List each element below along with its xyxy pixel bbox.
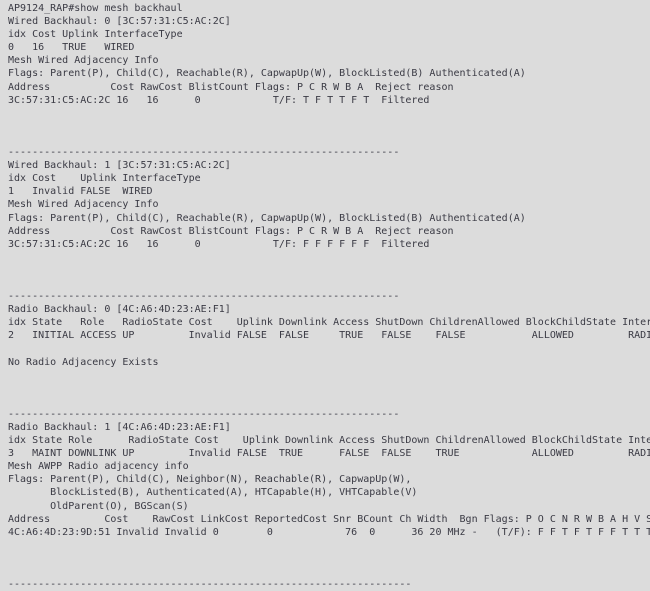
terminal-line: Radio Backhaul: 0 [4C:A6:4D:23:AE:F1]	[8, 304, 231, 316]
terminal-line: Flags: Parent(P), Child(C), Neighbor(N),…	[8, 474, 412, 486]
terminal-line: idx State Role RadioState Cost Uplink Do…	[8, 317, 650, 329]
terminal-line: ----------------------------------------…	[8, 147, 400, 159]
terminal-line: Wired Backhaul: 1 [3C:57:31:C5:AC:2C]	[8, 160, 231, 172]
terminal-line: ----------------------------------------…	[8, 291, 400, 303]
terminal-output[interactable]: AP9124_RAP#show mesh backhaul Wired Backh…	[0, 0, 650, 590]
terminal-line: idx Cost Uplink InterfaceType	[8, 29, 183, 41]
terminal-line: idx State Role RadioState Cost Uplink Do…	[8, 435, 650, 447]
terminal-line: Mesh Wired Adjacency Info	[8, 55, 159, 67]
terminal-line: BlockListed(B), Authenticated(A), HTCapa…	[8, 487, 418, 499]
terminal-line: 3C:57:31:C5:AC:2C 16 16 0 T/F: T F T T F…	[8, 94, 430, 106]
terminal-line: Radio Backhaul: 1 [4C:A6:4D:23:AE:F1]	[8, 422, 231, 433]
terminal-line: AP9124_RAP#show mesh backhaul	[8, 3, 183, 14]
terminal-line: No Radio Adjacency Exists	[8, 356, 159, 368]
terminal-line: Flags: Parent(P), Child(C), Reachable(R)…	[8, 68, 526, 80]
terminal-line: 3C:57:31:C5:AC:2C 16 16 0 T/F: F F F F F…	[8, 238, 430, 250]
terminal-line: Mesh AWPP Radio adjacency info	[8, 461, 189, 473]
terminal-line: Address Cost RawCost LinkCost ReportedCo…	[8, 513, 650, 525]
terminal-line: Flags: Parent(P), Child(C), Reachable(R)…	[8, 212, 526, 224]
terminal-line: ----------------------------------------…	[8, 579, 412, 591]
terminal-line: idx Cost Uplink InterfaceType	[8, 173, 201, 185]
terminal-line: 3 MAINT DOWNLINK UP Invalid FALSE TRUE F…	[8, 448, 650, 460]
terminal-line: ----------------------------------------…	[8, 408, 400, 420]
terminal-line: 4C:A6:4D:23:9D:51 Invalid Invalid 0 0 76…	[8, 526, 650, 538]
terminal-line: 1 Invalid FALSE WIRED	[8, 186, 153, 198]
terminal-line: 0 16 TRUE WIRED	[8, 42, 135, 54]
terminal-line: Address Cost RawCost BlistCount Flags: P…	[8, 81, 454, 93]
terminal-line: Address Cost RawCost BlistCount Flags: P…	[8, 225, 454, 237]
terminal-line: 2 INITIAL ACCESS UP Invalid FALSE FALSE …	[8, 330, 650, 342]
terminal-line: Mesh Wired Adjacency Info	[8, 199, 159, 211]
terminal-line: OldParent(O), BGScan(S)	[8, 500, 189, 512]
terminal-line: Wired Backhaul: 0 [3C:57:31:C5:AC:2C]	[8, 16, 231, 28]
